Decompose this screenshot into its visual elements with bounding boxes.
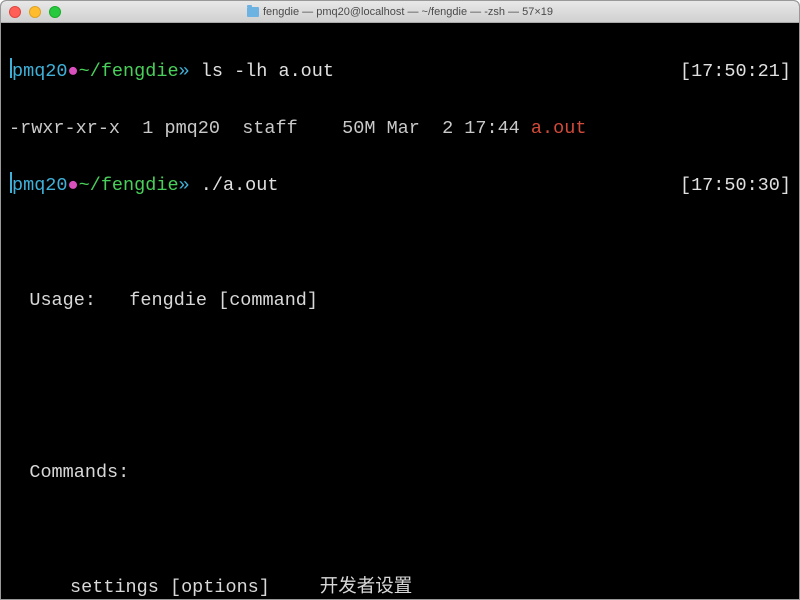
window-title-text: fengdie — pmq20@localhost — ~/fengdie — … xyxy=(263,6,553,18)
ls-output-row: -rwxr-xr-x 1 pmq20 staff 50M Mar 2 17:44… xyxy=(9,115,791,144)
prompt-arrow: » xyxy=(179,58,190,87)
zoom-icon[interactable] xyxy=(49,6,61,18)
command-text: ./a.out xyxy=(190,172,279,201)
file-group: staff xyxy=(242,115,298,144)
titlebar[interactable]: fengdie — pmq20@localhost — ~/fengdie — … xyxy=(1,1,799,23)
file-date: Mar 2 17:44 xyxy=(387,115,520,144)
prompt-path: ~/fengdie xyxy=(79,58,179,87)
folder-icon xyxy=(247,7,259,17)
file-size: 50M xyxy=(342,115,375,144)
file-name: a.out xyxy=(531,115,587,144)
file-perms: -rwxr-xr-x xyxy=(9,115,120,144)
file-links: 1 xyxy=(142,115,153,144)
prompt-line-1: pmq20●~/fengdie» ls -lh a.out [17:50:21] xyxy=(9,58,791,87)
window-title: fengdie — pmq20@localhost — ~/fengdie — … xyxy=(1,6,799,18)
prompt-line-2: pmq20●~/fengdie» ./a.out [17:50:30] xyxy=(9,172,791,201)
command-desc: 开发者设置 xyxy=(320,574,413,599)
timestamp: [17:50:21] xyxy=(680,58,791,87)
minimize-icon[interactable] xyxy=(29,6,41,18)
command-name: settings [options] xyxy=(70,574,320,599)
usage-label: Usage: xyxy=(29,290,96,311)
prompt-user: pmq20 xyxy=(12,172,68,201)
blank-line xyxy=(9,344,791,373)
command-text: ls -lh a.out xyxy=(190,58,334,87)
prompt-path: ~/fengdie xyxy=(79,172,179,201)
commands-label: Commands: xyxy=(9,459,791,488)
terminal-window: fengdie — pmq20@localhost — ~/fengdie — … xyxy=(0,0,800,600)
timestamp: [17:50:30] xyxy=(680,172,791,201)
prompt-arrow: » xyxy=(179,172,190,201)
prompt-user: pmq20 xyxy=(12,58,68,87)
blank-line xyxy=(9,230,791,259)
usage-line: Usage: fengdie [command] xyxy=(9,287,791,316)
terminal-content[interactable]: pmq20●~/fengdie» ls -lh a.out[17:50:21] … xyxy=(1,23,799,599)
traffic-lights xyxy=(9,6,61,18)
close-icon[interactable] xyxy=(9,6,21,18)
prompt-sep: ● xyxy=(68,58,79,87)
command-row: settings [options]开发者设置 xyxy=(9,574,791,599)
usage-text: fengdie [command] xyxy=(129,290,318,311)
file-owner: pmq20 xyxy=(164,115,220,144)
prompt-sep: ● xyxy=(68,172,79,201)
blank-line xyxy=(9,516,791,545)
blank-line xyxy=(9,402,791,431)
